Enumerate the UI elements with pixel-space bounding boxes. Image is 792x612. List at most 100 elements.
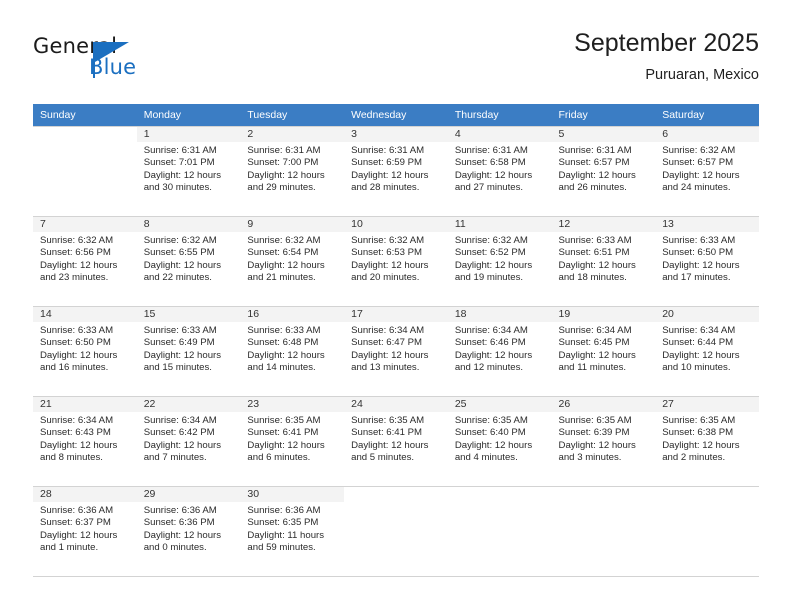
calendar-day-cell[interactable]: 21 Sunrise: 6:34 AM Sunset: 6:43 PM Dayligh…: [33, 396, 137, 487]
sunrise-text: Sunrise: 6:34 AM: [40, 415, 114, 426]
day-details: [33, 142, 137, 145]
daylight-text-line1: Daylight: 12 hours: [143, 169, 222, 181]
daylight-text-line1: Daylight: 12 hours: [143, 439, 222, 451]
daylight-text-line2: and 15 minutes.: [143, 362, 212, 374]
daylight-text-line1: Daylight: 12 hours: [143, 529, 222, 541]
daylight-text-line1: Daylight: 12 hours: [558, 439, 636, 451]
day-number: 7: [33, 217, 137, 232]
daylight-text-line1: Daylight: 12 hours: [351, 259, 429, 271]
day-number: 26: [551, 397, 656, 412]
daylight-text-line2: and 0 minutes.: [143, 542, 207, 554]
daylight-text-line2: and 18 minutes.: [558, 272, 627, 284]
calendar-day-cell[interactable]: 25 Sunrise: 6:35 AM Sunset: 6:40 PM Dayligh…: [447, 396, 552, 487]
calendar-day-cell[interactable]: 8 Sunrise: 6:32 AM Sunset: 6:55 PM Daylight…: [136, 216, 241, 307]
calendar-header-row: Sunday Monday Tuesday Wednesday Thursday…: [33, 104, 759, 127]
calendar-day-cell[interactable]: 4 Sunrise: 6:31 AM Sunset: 6:58 PM Daylight…: [447, 126, 552, 217]
calendar-day-cell[interactable]: 1 Sunrise: 6:31 AM Sunset: 7:01 PM Daylight…: [136, 126, 241, 217]
calendar-day-cell[interactable]: 20 Sunrise: 6:34 AM Sunset: 6:44 PM Dayligh…: [655, 306, 759, 397]
day-details: Sunrise: 6:34 AM Sunset: 6:47 PM Daylight:…: [344, 322, 448, 375]
calendar-day-cell[interactable]: 29 Sunrise: 6:36 AM Sunset: 6:36 PM Dayligh…: [136, 486, 241, 577]
calendar-week-row: 28 Sunrise: 6:36 AM Sunset: 6:37 PM Dayligh…: [33, 486, 759, 577]
calendar-day-cell[interactable]: 18 Sunrise: 6:34 AM Sunset: 6:46 PM Dayligh…: [447, 306, 552, 397]
day-number: [447, 487, 552, 502]
calendar-cell-empty: [33, 126, 137, 217]
calendar-day-cell[interactable]: 9 Sunrise: 6:32 AM Sunset: 6:54 PM Daylight…: [240, 216, 345, 307]
calendar-day-cell[interactable]: 10 Sunrise: 6:32 AM Sunset: 6:53 PM Dayligh…: [344, 216, 448, 307]
calendar-day-cell[interactable]: 6 Sunrise: 6:32 AM Sunset: 6:57 PM Daylight…: [655, 126, 759, 217]
sunrise-text: Sunrise: 6:36 AM: [143, 505, 217, 516]
sunset-text: Sunset: 6:51 PM: [558, 247, 630, 259]
daylight-text-line1: Daylight: 12 hours: [454, 349, 533, 361]
daylight-text-line1: Daylight: 12 hours: [662, 349, 740, 361]
calendar-day-cell[interactable]: 14 Sunrise: 6:33 AM Sunset: 6:50 PM Dayligh…: [33, 306, 137, 397]
sunrise-text: Sunrise: 6:31 AM: [351, 145, 425, 156]
calendar-day-cell[interactable]: 2 Sunrise: 6:31 AM Sunset: 7:00 PM Daylight…: [240, 126, 345, 217]
calendar-day-cell[interactable]: 27 Sunrise: 6:35 AM Sunset: 6:38 PM Dayligh…: [655, 396, 759, 487]
sunrise-text: Sunrise: 6:34 AM: [662, 325, 736, 336]
calendar-day-cell[interactable]: 12 Sunrise: 6:33 AM Sunset: 6:51 PM Dayligh…: [551, 216, 656, 307]
calendar-day-cell[interactable]: 7 Sunrise: 6:32 AM Sunset: 6:56 PM Daylight…: [33, 216, 137, 307]
sunset-text: Sunset: 6:58 PM: [454, 157, 526, 169]
page-header: General Blue September 2025 Puruaran, Me…: [33, 28, 759, 96]
sunrise-text: Sunrise: 6:36 AM: [40, 505, 114, 516]
sunrise-text: Sunrise: 6:32 AM: [454, 235, 528, 246]
calendar-day-cell[interactable]: 30 Sunrise: 6:36 AM Sunset: 6:35 PM Dayligh…: [240, 486, 345, 577]
daylight-text-line1: Daylight: 12 hours: [662, 169, 740, 181]
daylight-text-line1: Daylight: 12 hours: [143, 349, 222, 361]
daylight-text-line2: and 12 minutes.: [454, 362, 524, 374]
weekday-header-wednesday: Wednesday: [344, 104, 448, 127]
daylight-text-line2: and 29 minutes.: [247, 182, 316, 194]
day-number: 9: [240, 217, 345, 232]
calendar-day-cell[interactable]: 17 Sunrise: 6:34 AM Sunset: 6:47 PM Dayligh…: [344, 306, 448, 397]
daylight-text-line2: and 10 minutes.: [662, 362, 731, 374]
day-number: 8: [136, 217, 241, 232]
sunrise-text: Sunrise: 6:35 AM: [247, 415, 321, 426]
sunset-text: Sunset: 6:48 PM: [247, 337, 319, 349]
daylight-text-line1: Daylight: 12 hours: [143, 259, 222, 271]
sunrise-text: Sunrise: 6:33 AM: [247, 325, 321, 336]
day-details: Sunrise: 6:32 AM Sunset: 6:55 PM Daylight:…: [137, 232, 241, 285]
sunrise-text: Sunrise: 6:32 AM: [40, 235, 114, 246]
day-number: 14: [33, 307, 137, 322]
sunrise-text: Sunrise: 6:32 AM: [143, 235, 217, 246]
sunset-text: Sunset: 6:55 PM: [143, 247, 215, 259]
day-number: 18: [447, 307, 552, 322]
sunset-text: Sunset: 6:41 PM: [351, 427, 423, 439]
sunset-text: Sunset: 6:35 PM: [247, 517, 319, 529]
sunset-text: Sunset: 6:41 PM: [247, 427, 319, 439]
daylight-text-line1: Daylight: 12 hours: [351, 349, 429, 361]
sunrise-text: Sunrise: 6:34 AM: [351, 325, 425, 336]
weekday-header-sunday: Sunday: [33, 104, 137, 127]
calendar-day-cell[interactable]: 28 Sunrise: 6:36 AM Sunset: 6:37 PM Dayligh…: [33, 486, 137, 577]
calendar-day-cell[interactable]: 5 Sunrise: 6:31 AM Sunset: 6:57 PM Daylight…: [551, 126, 656, 217]
day-details: Sunrise: 6:35 AM Sunset: 6:39 PM Daylight:…: [552, 412, 656, 465]
calendar-day-cell[interactable]: 23 Sunrise: 6:35 AM Sunset: 6:41 PM Dayligh…: [240, 396, 345, 487]
daylight-text-line2: and 4 minutes.: [454, 452, 518, 464]
day-details: Sunrise: 6:36 AM Sunset: 6:37 PM Daylight:…: [33, 502, 137, 555]
day-number: 22: [136, 397, 241, 412]
calendar-day-cell[interactable]: 11 Sunrise: 6:32 AM Sunset: 6:52 PM Dayligh…: [447, 216, 552, 307]
day-number: 16: [240, 307, 345, 322]
daylight-text-line2: and 16 minutes.: [40, 362, 109, 374]
calendar-day-cell[interactable]: 19 Sunrise: 6:34 AM Sunset: 6:45 PM Dayligh…: [551, 306, 656, 397]
calendar-day-cell[interactable]: 16 Sunrise: 6:33 AM Sunset: 6:48 PM Dayligh…: [240, 306, 345, 397]
day-details: Sunrise: 6:33 AM Sunset: 6:49 PM Daylight:…: [137, 322, 241, 375]
calendar-day-cell[interactable]: 3 Sunrise: 6:31 AM Sunset: 6:59 PM Daylight…: [344, 126, 448, 217]
day-details: Sunrise: 6:33 AM Sunset: 6:48 PM Daylight:…: [240, 322, 344, 375]
page-title: September 2025: [574, 29, 759, 57]
day-details: Sunrise: 6:32 AM Sunset: 6:57 PM Daylight:…: [655, 142, 759, 195]
day-number: 3: [344, 127, 448, 142]
calendar-day-cell[interactable]: 24 Sunrise: 6:35 AM Sunset: 6:41 PM Dayligh…: [344, 396, 448, 487]
daylight-text-line1: Daylight: 12 hours: [247, 439, 325, 451]
sunset-text: Sunset: 6:44 PM: [662, 337, 734, 349]
day-number: 17: [344, 307, 448, 322]
calendar-day-cell[interactable]: 22 Sunrise: 6:34 AM Sunset: 6:42 PM Dayligh…: [136, 396, 241, 487]
calendar-day-cell[interactable]: 13 Sunrise: 6:33 AM Sunset: 6:50 PM Dayligh…: [655, 216, 759, 307]
sunrise-text: Sunrise: 6:34 AM: [558, 325, 632, 336]
calendar-day-cell[interactable]: 15 Sunrise: 6:33 AM Sunset: 6:49 PM Dayligh…: [136, 306, 241, 397]
sunset-text: Sunset: 6:46 PM: [454, 337, 526, 349]
calendar-day-cell[interactable]: 26 Sunrise: 6:35 AM Sunset: 6:39 PM Dayligh…: [551, 396, 656, 487]
day-details: Sunrise: 6:34 AM Sunset: 6:46 PM Daylight:…: [448, 322, 552, 375]
daylight-text-line2: and 7 minutes.: [143, 452, 207, 464]
general-blue-logo: General Blue: [33, 34, 233, 90]
